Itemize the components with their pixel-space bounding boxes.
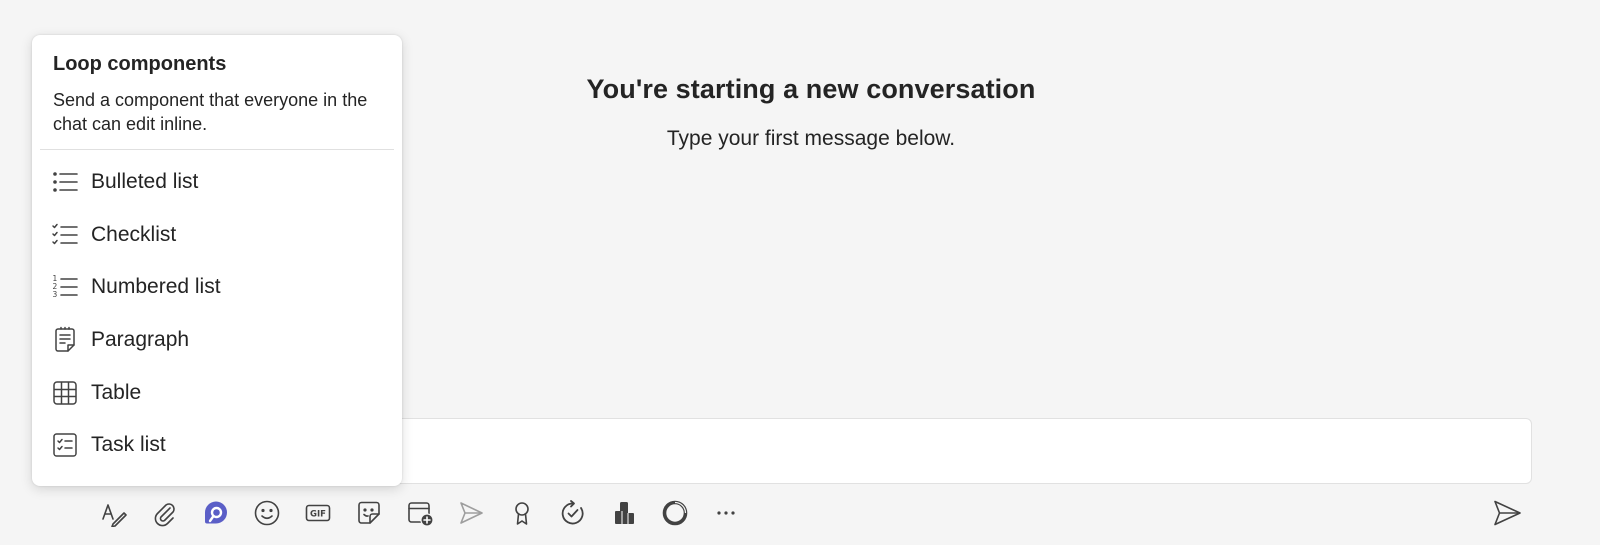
updates-icon bbox=[561, 500, 584, 525]
numbered-list-icon: 1 2 3 bbox=[53, 274, 78, 299]
menu-item-task-list[interactable]: Task list bbox=[32, 419, 402, 472]
format-icon bbox=[102, 504, 127, 527]
message-compose-box[interactable] bbox=[360, 418, 1532, 484]
menu-item-label: Checklist bbox=[91, 222, 177, 246]
praise-button[interactable] bbox=[504, 495, 540, 531]
popup-title: Loop components bbox=[53, 53, 227, 75]
stream-icon bbox=[460, 502, 483, 524]
loop-circle-button[interactable] bbox=[657, 495, 693, 531]
popup-description: Send a component that everyone in the ch… bbox=[53, 90, 368, 134]
stream-button[interactable] bbox=[453, 495, 489, 531]
menu-item-checklist[interactable]: Checklist bbox=[32, 209, 402, 262]
popup-divider bbox=[40, 149, 394, 150]
gif-button[interactable]: GIF bbox=[300, 495, 336, 531]
loop-icon bbox=[205, 501, 227, 524]
paragraph-icon bbox=[55, 326, 75, 352]
sticker-icon bbox=[358, 501, 380, 524]
format-button[interactable] bbox=[96, 495, 132, 531]
app-button[interactable] bbox=[606, 495, 642, 531]
attach-icon bbox=[154, 503, 175, 527]
emoji-button[interactable] bbox=[249, 495, 285, 531]
menu-item-label: Paragraph bbox=[91, 328, 190, 352]
gif-icon: GIF bbox=[305, 504, 331, 522]
loop-components-popup: Loop components Send a component that ev… bbox=[32, 35, 402, 486]
updates-button[interactable] bbox=[555, 495, 591, 531]
schedule-meeting-icon bbox=[408, 502, 434, 527]
schedule-meeting-button[interactable] bbox=[402, 495, 438, 531]
loop-circle-icon bbox=[662, 500, 688, 526]
menu-item-numbered-list[interactable]: 1 2 3 Numbered list bbox=[32, 261, 402, 314]
compose-toolbar: GIF bbox=[96, 495, 759, 531]
table-icon bbox=[53, 380, 77, 405]
app-icon bbox=[615, 502, 634, 524]
menu-item-label: Table bbox=[91, 380, 142, 404]
menu-item-label: Task list bbox=[91, 433, 166, 457]
bulleted-list-icon bbox=[53, 172, 78, 193]
svg-text:3: 3 bbox=[53, 290, 58, 299]
emoji-icon bbox=[254, 500, 280, 526]
menu-item-bulleted-list[interactable]: Bulleted list bbox=[32, 156, 402, 209]
menu-item-table[interactable]: Table bbox=[32, 366, 402, 419]
menu-item-paragraph[interactable]: Paragraph bbox=[32, 314, 402, 367]
task-list-icon bbox=[53, 433, 77, 458]
send-button[interactable] bbox=[1489, 495, 1525, 531]
checklist-icon bbox=[52, 223, 78, 245]
attach-button[interactable] bbox=[147, 495, 183, 531]
menu-item-label: Bulleted list bbox=[91, 170, 199, 194]
sticker-button[interactable] bbox=[351, 495, 387, 531]
more-options-button[interactable] bbox=[708, 495, 744, 531]
praise-icon bbox=[515, 502, 529, 525]
menu-item-label: Numbered list bbox=[91, 275, 221, 299]
more-icon bbox=[717, 511, 735, 515]
send-icon bbox=[1494, 500, 1521, 526]
loop-button[interactable] bbox=[198, 495, 234, 531]
svg-text:GIF: GIF bbox=[310, 510, 326, 520]
loop-components-menu: Bulleted list Checklist 1 2 3 Numbered l… bbox=[32, 156, 402, 472]
